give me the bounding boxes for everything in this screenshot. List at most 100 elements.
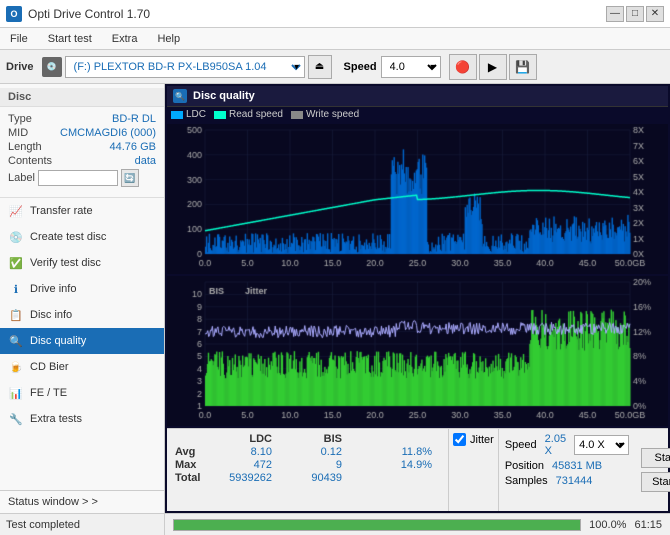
- samples-label: Samples: [505, 475, 548, 487]
- toolbar: Drive 💿 (F:) PLEXTOR BD-R PX-LB950SA 1.0…: [0, 50, 670, 84]
- toolbar-btn-1[interactable]: 🔴: [449, 54, 477, 80]
- disc-info-icon: 📋: [8, 307, 24, 323]
- sg-header-ldc: LDC: [210, 433, 280, 445]
- disc-label-row: Label 🔄: [8, 169, 156, 187]
- sg-avg-jitter: 11.8%: [350, 446, 440, 458]
- bottom-panel: LDC BIS Avg 8.10 0.12 11.8% Max 472 9 14…: [167, 428, 668, 511]
- samples-row: Samples 731444: [505, 475, 629, 487]
- speed-dropdown-wrapper[interactable]: 4.0 X: [381, 56, 441, 78]
- sidebar-item-status-window[interactable]: Status window > >: [0, 490, 164, 513]
- cd-bier-label: CD Bier: [30, 361, 69, 373]
- start-full-button[interactable]: Start full: [641, 448, 670, 468]
- title-controls: — □ ✕: [606, 6, 664, 22]
- disc-label-button[interactable]: 🔄: [121, 169, 139, 187]
- sg-total-ldc: 5939262: [210, 472, 280, 484]
- disc-info-panel: Type BD-R DL MID CMCMAGDI6 (000) Length …: [0, 107, 164, 193]
- start-part-button[interactable]: Start part: [641, 472, 670, 492]
- disc-quality-header-icon: 🔍: [173, 89, 187, 103]
- menu-bar: File Start test Extra Help: [0, 28, 670, 50]
- position-row: Position 45831 MB: [505, 460, 629, 472]
- sidebar-item-create-test-disc[interactable]: 💿 Create test disc: [0, 224, 164, 250]
- drive-info-label: Drive info: [30, 283, 76, 295]
- disc-length-label: Length: [8, 141, 42, 153]
- disc-mid-row: MID CMCMAGDI6 (000): [8, 127, 156, 139]
- menu-file[interactable]: File: [6, 32, 32, 46]
- sg-total-label: Total: [175, 472, 210, 484]
- minimize-button[interactable]: —: [606, 6, 624, 22]
- sidebar-item-extra-tests[interactable]: 🔧 Extra tests: [0, 406, 164, 432]
- legend-read-speed: Read speed: [214, 109, 283, 120]
- transfer-rate-label: Transfer rate: [30, 205, 93, 217]
- create-test-disc-label: Create test disc: [30, 231, 106, 243]
- legend-ldc-label: LDC: [186, 109, 206, 120]
- toolbar-btn-3[interactable]: 💾: [509, 54, 537, 80]
- status-window-label: Status window > >: [8, 496, 98, 508]
- sg-avg-ldc: 8.10: [210, 446, 280, 458]
- legend-ldc: LDC: [171, 109, 206, 120]
- status-left: Test completed: [0, 514, 165, 535]
- status-bar: Test completed 100.0% 61:15: [0, 513, 670, 535]
- progress-text: 100.0%: [589, 519, 626, 531]
- sidebar-item-drive-info[interactable]: ℹ Drive info: [0, 276, 164, 302]
- speed-select[interactable]: 4.0 X: [574, 435, 629, 455]
- disc-quality-header: 🔍 Disc quality: [167, 86, 668, 107]
- sg-header-bis: BIS: [280, 433, 350, 445]
- disc-quality-label: Disc quality: [30, 335, 86, 347]
- position-label: Position: [505, 460, 544, 472]
- legend-write-speed-color: [291, 111, 303, 119]
- status-progress-area: 100.0% 61:15: [165, 519, 670, 531]
- main-area: Disc Type BD-R DL MID CMCMAGDI6 (000) Le…: [0, 84, 670, 513]
- speed-label-text: Speed: [505, 439, 537, 451]
- disc-length-value: 44.76 GB: [110, 141, 156, 153]
- drive-label: Drive: [6, 61, 34, 73]
- fe-te-label: FE / TE: [30, 387, 67, 399]
- sg-max-jitter: 14.9%: [350, 459, 440, 471]
- sg-max-label: Max: [175, 459, 210, 471]
- menu-start-test[interactable]: Start test: [44, 32, 96, 46]
- close-button[interactable]: ✕: [646, 6, 664, 22]
- sidebar-item-disc-quality[interactable]: 🔍 Disc quality: [0, 328, 164, 354]
- sg-empty: [175, 433, 210, 445]
- legend-write-speed-label: Write speed: [306, 109, 359, 120]
- disc-mid-value: CMCMAGDI6 (000): [60, 127, 156, 139]
- eject-button[interactable]: ⏏: [308, 55, 332, 79]
- drive-dropdown[interactable]: (F:) PLEXTOR BD-R PX-LB950SA 1.04: [65, 56, 305, 78]
- sidebar-item-cd-bier[interactable]: 🍺 CD Bier: [0, 354, 164, 380]
- disc-type-label: Type: [8, 113, 32, 125]
- ldc-chart: [167, 124, 668, 274]
- maximize-button[interactable]: □: [626, 6, 644, 22]
- speed-dropdown[interactable]: 4.0 X: [381, 56, 441, 78]
- speed-select-wrapper[interactable]: 4.0 X: [574, 435, 629, 455]
- sg-header-jitter: [350, 433, 440, 445]
- sidebar-item-fe-te[interactable]: 📊 FE / TE: [0, 380, 164, 406]
- jitter-checkbox[interactable]: [453, 433, 466, 446]
- menu-extra[interactable]: Extra: [108, 32, 142, 46]
- toolbar-icons: 🔴 ▶ 💾: [449, 54, 537, 80]
- status-text: Test completed: [6, 519, 80, 531]
- sidebar-item-transfer-rate[interactable]: 📈 Transfer rate: [0, 198, 164, 224]
- toolbar-btn-2[interactable]: ▶: [479, 54, 507, 80]
- legend-read-speed-color: [214, 111, 226, 119]
- jitter-checkbox-row[interactable]: Jitter: [453, 433, 494, 446]
- bis-jitter-chart: [167, 276, 668, 426]
- disc-contents-label: Contents: [8, 155, 52, 167]
- legend-write-speed: Write speed: [291, 109, 359, 120]
- sg-total-bis: 90439: [280, 472, 350, 484]
- disc-label-input[interactable]: [38, 170, 118, 186]
- disc-info-label: Disc info: [30, 309, 72, 321]
- drive-dropdown-wrapper[interactable]: (F:) PLEXTOR BD-R PX-LB950SA 1.04: [65, 56, 305, 78]
- chart2-wrapper: [167, 276, 668, 426]
- disc-section-title: Disc: [0, 88, 164, 107]
- speed-section: Speed 2.05 X 4.0 X Position 45831 MB Sam…: [498, 429, 635, 511]
- buttons-section: Start full Start part: [635, 429, 670, 511]
- menu-help[interactable]: Help: [153, 32, 184, 46]
- extra-tests-label: Extra tests: [30, 413, 82, 425]
- sidebar-item-verify-test-disc[interactable]: ✅ Verify test disc: [0, 250, 164, 276]
- drive-icon: 💿: [42, 57, 62, 77]
- disc-label-label: Label: [8, 172, 35, 184]
- sidebar: Disc Type BD-R DL MID CMCMAGDI6 (000) Le…: [0, 84, 165, 513]
- disc-length-row: Length 44.76 GB: [8, 141, 156, 153]
- stats-grid: LDC BIS Avg 8.10 0.12 11.8% Max 472 9 14…: [175, 433, 440, 484]
- sg-avg-bis: 0.12: [280, 446, 350, 458]
- sidebar-item-disc-info[interactable]: 📋 Disc info: [0, 302, 164, 328]
